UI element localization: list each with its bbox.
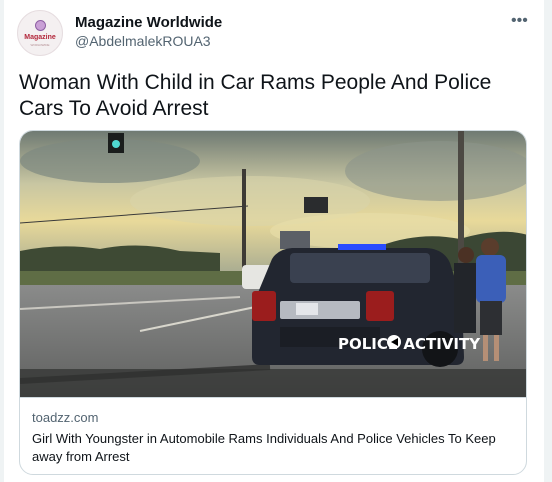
card-domain: toadzz.com [32, 410, 99, 425]
avatar-logo-icon [35, 20, 46, 31]
author-handle[interactable]: @AbdelmalekROUA3 [75, 33, 211, 49]
avatar-brand: Magazine [24, 34, 56, 41]
more-horizontal-icon[interactable]: ••• [511, 12, 528, 30]
card-image[interactable]: POLICE ACTIVITY [20, 131, 526, 397]
link-card[interactable]: POLICE ACTIVITY toadzz.com Girl With You… [19, 130, 527, 475]
tweet-text: Woman With Child in Car Rams People And … [19, 71, 492, 120]
right-frame [544, 0, 552, 482]
card-meta[interactable]: toadzz.com Girl With Youngster in Automo… [20, 397, 526, 474]
person-blue-shirt [476, 255, 506, 303]
police-activity-logo: POLICE ACTIVITY [338, 335, 481, 353]
avatar[interactable]: Magazine WORLDWIDE [17, 10, 63, 56]
left-frame [0, 0, 4, 482]
card-title: Girl With Youngster in Automobile Rams I… [32, 431, 496, 464]
author-display-name[interactable]: Magazine Worldwide [75, 14, 222, 31]
avatar-sub: WORLDWIDE [30, 43, 50, 47]
